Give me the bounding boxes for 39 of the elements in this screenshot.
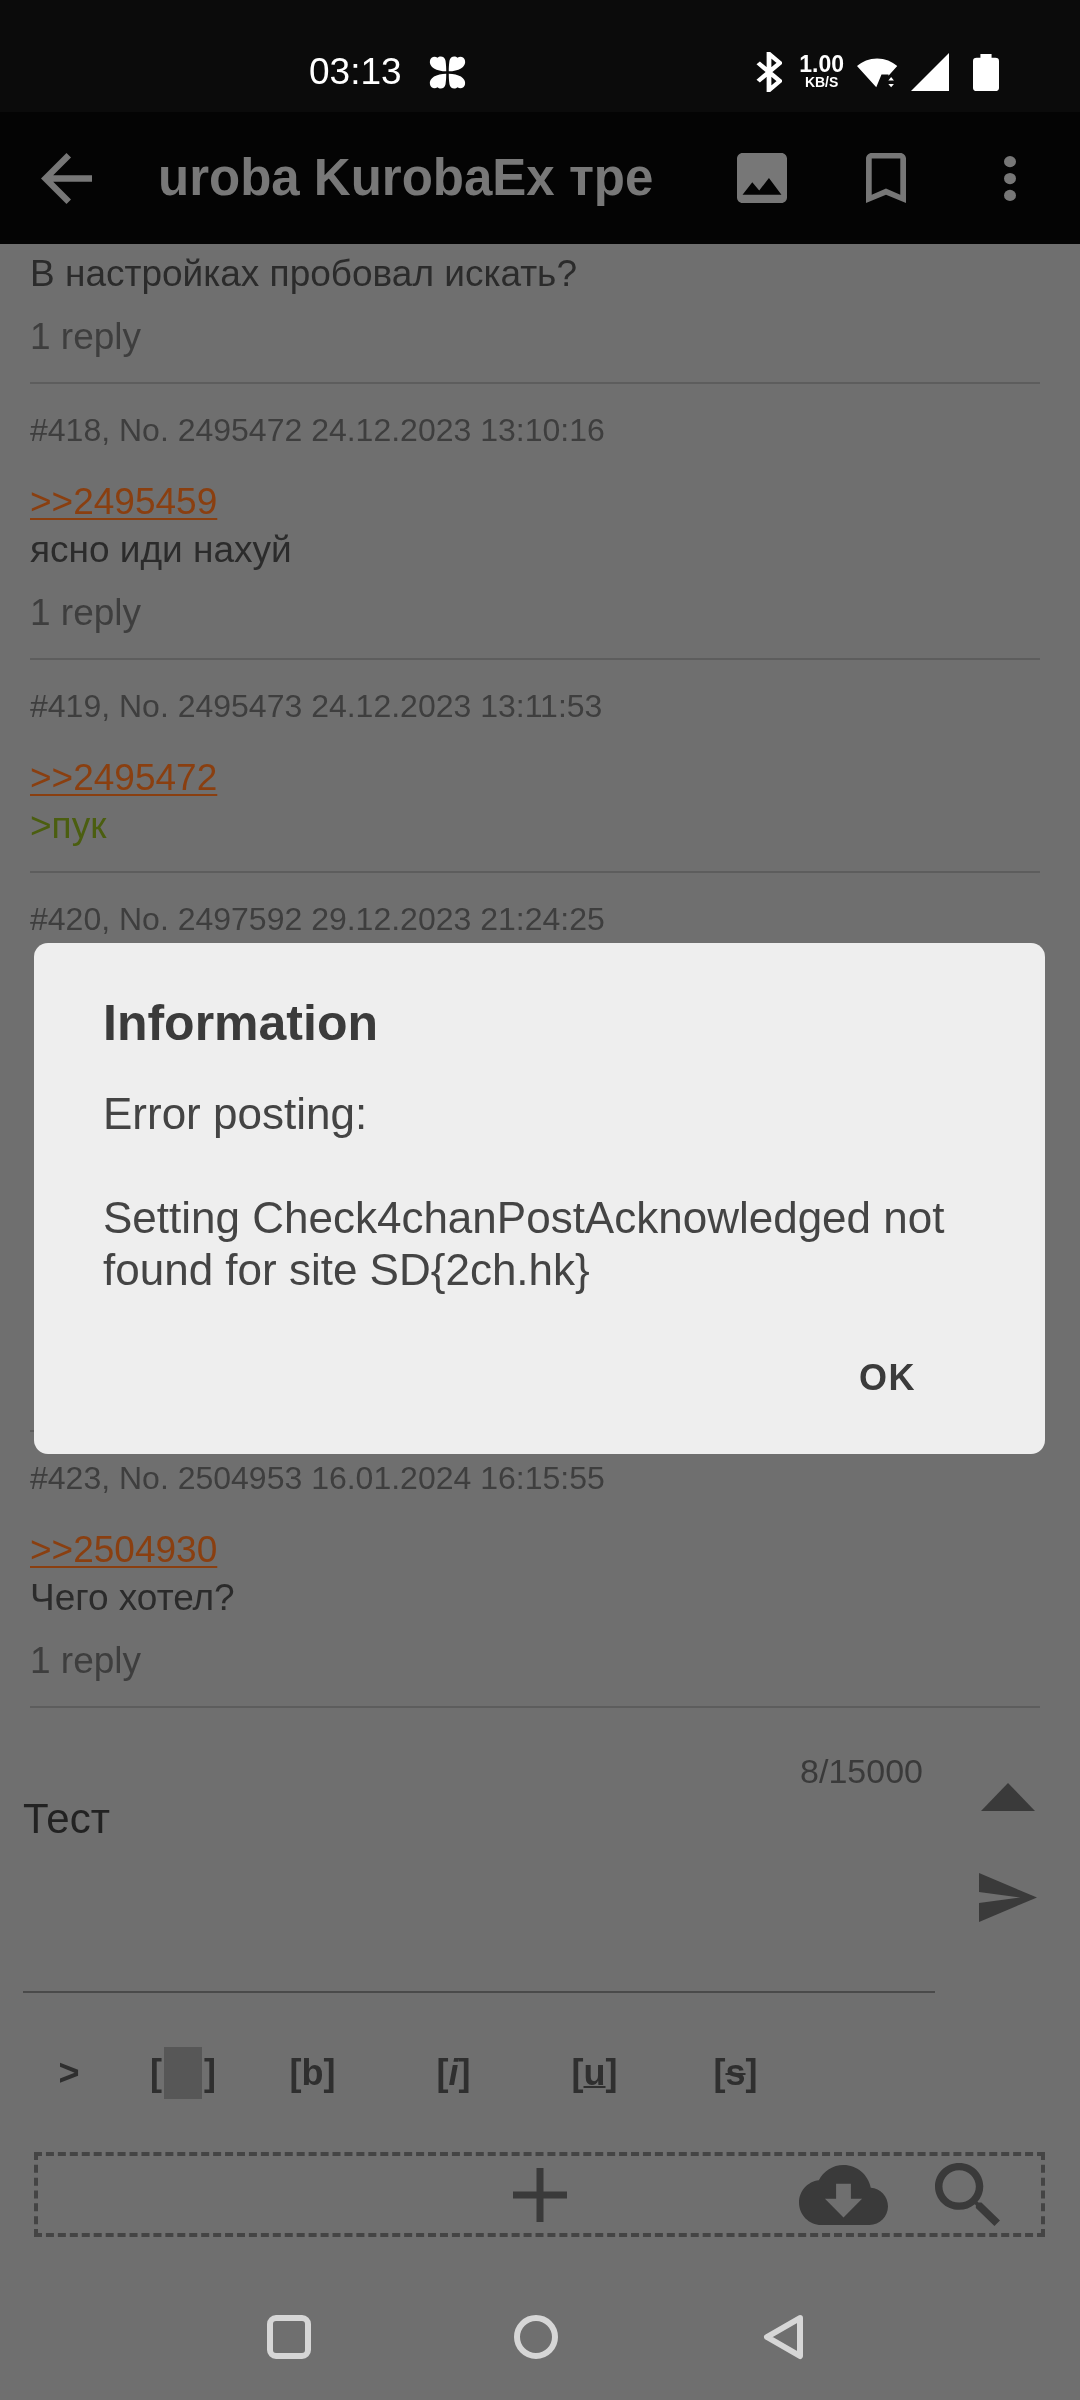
search-icon[interactable] [935,2163,1000,2226]
home-icon[interactable] [514,2315,558,2359]
reply-input-field[interactable]: Тест [23,1793,935,1993]
ok-button[interactable]: OK [835,1342,940,1414]
dialog-title: Information [103,994,379,1053]
dialog-message: Error posting: [103,1088,369,1140]
bluetooth-icon [756,52,783,92]
image-icon[interactable] [737,153,787,203]
battery-icon [973,53,999,91]
thread-title: uroba KurobaEx тре [158,148,654,208]
more-options-icon[interactable] [1004,155,1016,201]
quote-link[interactable]: >>2495472 [30,757,218,798]
wifi-icon [857,55,899,89]
dialog-message: Setting Check4chanPostAcknowledged not found for site SD{2ch.hk} [103,1192,946,1296]
format-button[interactable]: [i] [430,2043,477,2103]
format-button[interactable]: [b] [283,2043,342,2103]
format-button[interactable]: [u] [565,2043,624,2103]
format-button[interactable]: > [52,2043,86,2103]
expand-up-icon[interactable] [980,1783,1035,1811]
signal-icon [911,53,949,91]
spoiler-format-button[interactable]: [ ] [144,2043,222,2103]
network-speed-unit: KB/S [804,75,839,90]
comment-text: Чего хотел? [30,1577,235,1618]
spoiler-block-icon [164,2047,202,2099]
bookmark-icon[interactable] [866,153,906,203]
clock-time: 03:13 [309,50,402,94]
send-icon[interactable] [978,1873,1037,1922]
network-speed-value: 1.00 [799,54,844,75]
quote-link[interactable]: >>2495459 [30,481,218,522]
format-button[interactable]: [s] [707,2043,764,2103]
comment-text: ясно иди нахуй [30,529,292,570]
greentext-line: >пук [30,805,107,846]
comment-text: В настройках пробовал искать? [30,253,577,294]
add-icon[interactable] [513,2167,567,2222]
back-icon[interactable] [763,2314,804,2360]
recent-apps-icon[interactable] [267,2315,311,2359]
cloud-download-icon[interactable] [799,2164,888,2225]
back-arrow-icon[interactable] [41,152,92,204]
quote-link[interactable]: >>2504930 [30,1529,218,1570]
